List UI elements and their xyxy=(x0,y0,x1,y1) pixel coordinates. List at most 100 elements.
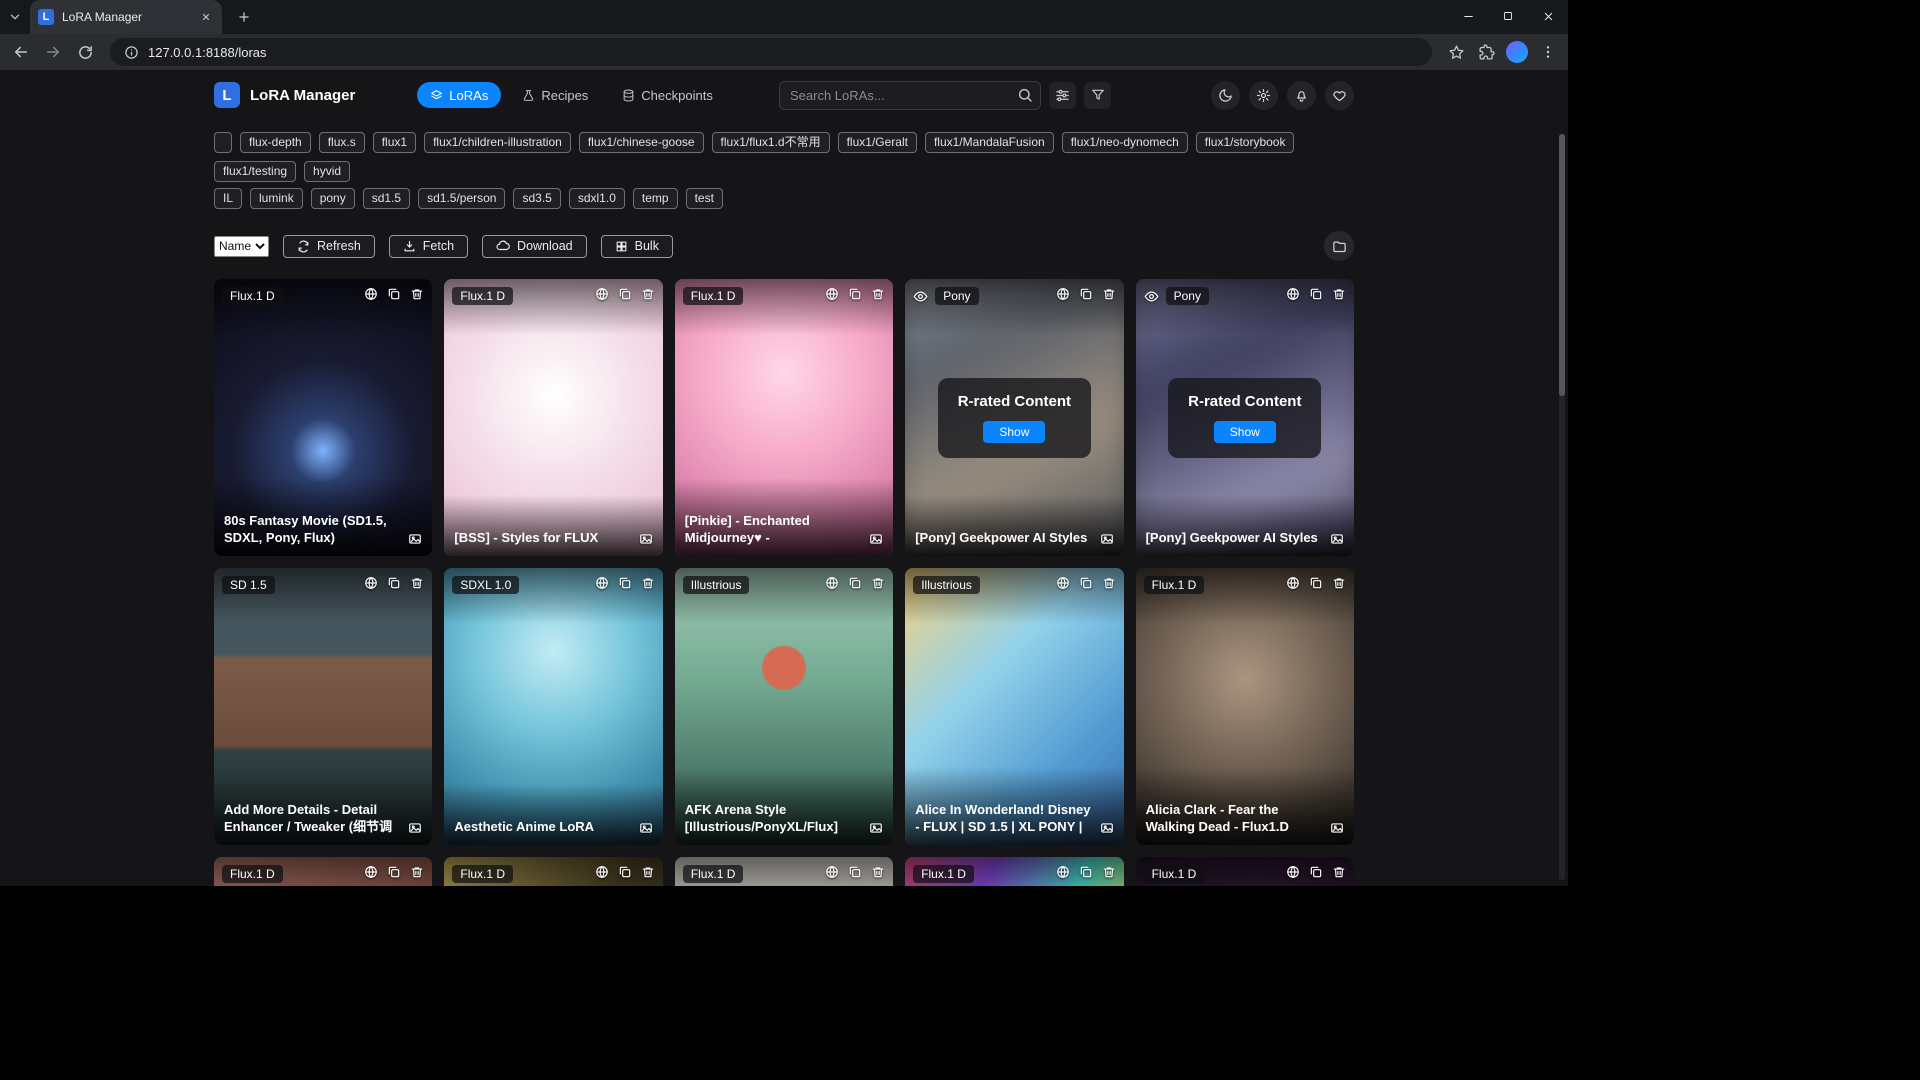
lora-card[interactable]: Flux.1 D xyxy=(675,857,893,886)
civitai-globe-icon[interactable] xyxy=(364,576,378,590)
example-images-icon[interactable] xyxy=(869,532,883,546)
bookmark-star-icon[interactable] xyxy=(1442,38,1470,66)
copy-icon[interactable] xyxy=(1079,865,1093,879)
lora-card[interactable]: Flux.1 D xyxy=(1136,568,1354,845)
example-images-icon[interactable] xyxy=(408,821,422,835)
minimize-button[interactable] xyxy=(1448,0,1488,32)
civitai-globe-icon[interactable] xyxy=(364,865,378,879)
delete-trash-icon[interactable] xyxy=(641,576,655,590)
notifications-button[interactable] xyxy=(1287,81,1316,110)
example-images-icon[interactable] xyxy=(1100,532,1114,546)
folder-chip[interactable]: test xyxy=(686,188,723,209)
folder-chip[interactable]: sdxl1.0 xyxy=(569,188,625,209)
delete-trash-icon[interactable] xyxy=(871,865,885,879)
copy-icon[interactable] xyxy=(618,865,632,879)
civitai-globe-icon[interactable] xyxy=(825,865,839,879)
fetch-button[interactable]: Fetch xyxy=(389,235,468,258)
folder-chip[interactable]: flux1/Geralt xyxy=(838,132,917,153)
delete-trash-icon[interactable] xyxy=(410,576,424,590)
maximize-button[interactable] xyxy=(1488,0,1528,32)
example-images-icon[interactable] xyxy=(1100,821,1114,835)
site-info-icon[interactable] xyxy=(122,43,140,61)
civitai-globe-icon[interactable] xyxy=(1056,576,1070,590)
delete-trash-icon[interactable] xyxy=(410,865,424,879)
folder-chip[interactable]: sd1.5/person xyxy=(418,188,505,209)
tab-close-icon[interactable] xyxy=(198,9,214,25)
copy-icon[interactable] xyxy=(387,287,401,301)
settings-button[interactable] xyxy=(1249,81,1278,110)
copy-icon[interactable] xyxy=(1309,865,1323,879)
example-images-icon[interactable] xyxy=(408,532,422,546)
lora-card[interactable]: Flux.1 D xyxy=(214,857,432,886)
forward-button[interactable] xyxy=(38,37,68,67)
folder-chip[interactable] xyxy=(214,132,232,153)
browser-tab[interactable]: L LoRA Manager xyxy=(30,0,222,34)
close-window-button[interactable] xyxy=(1528,0,1568,32)
civitai-globe-icon[interactable] xyxy=(364,287,378,301)
copy-icon[interactable] xyxy=(848,865,862,879)
example-images-icon[interactable] xyxy=(639,821,653,835)
folder-chip[interactable]: temp xyxy=(633,188,678,209)
delete-trash-icon[interactable] xyxy=(871,287,885,301)
folder-chip[interactable]: IL xyxy=(214,188,242,209)
delete-trash-icon[interactable] xyxy=(641,865,655,879)
tab-search-chevron-icon[interactable] xyxy=(0,0,30,34)
url-bar[interactable]: 127.0.0.1:8188/loras xyxy=(110,38,1432,66)
delete-trash-icon[interactable] xyxy=(1102,865,1116,879)
support-button[interactable] xyxy=(1325,81,1354,110)
folder-chip[interactable]: flux1/storybook xyxy=(1196,132,1295,153)
lora-card[interactable]: Pony xyxy=(1136,279,1354,556)
copy-icon[interactable] xyxy=(1079,576,1093,590)
civitai-globe-icon[interactable] xyxy=(1286,865,1300,879)
theme-toggle-button[interactable] xyxy=(1211,81,1240,110)
delete-trash-icon[interactable] xyxy=(1102,576,1116,590)
copy-icon[interactable] xyxy=(848,576,862,590)
folder-chip[interactable]: lumink xyxy=(250,188,303,209)
delete-trash-icon[interactable] xyxy=(1332,865,1346,879)
folder-chip[interactable]: flux1/testing xyxy=(214,161,296,182)
lora-card[interactable]: Flux.1 D xyxy=(444,279,662,556)
search-icon[interactable] xyxy=(1017,87,1033,103)
folder-chip[interactable]: flux1 xyxy=(373,132,416,153)
delete-trash-icon[interactable] xyxy=(871,576,885,590)
copy-icon[interactable] xyxy=(1309,576,1323,590)
lora-card[interactable]: SD 1.5 xyxy=(214,568,432,845)
example-images-icon[interactable] xyxy=(639,532,653,546)
example-images-icon[interactable] xyxy=(869,821,883,835)
folder-chip[interactable]: flux-depth xyxy=(240,132,311,153)
delete-trash-icon[interactable] xyxy=(410,287,424,301)
browser-menu-icon[interactable] xyxy=(1534,38,1562,66)
show-nsfw-button[interactable]: Show xyxy=(983,421,1045,443)
civitai-globe-icon[interactable] xyxy=(595,287,609,301)
tab-checkpoints[interactable]: Checkpoints xyxy=(609,82,726,108)
civitai-globe-icon[interactable] xyxy=(595,865,609,879)
show-nsfw-button[interactable]: Show xyxy=(1214,421,1276,443)
sort-select[interactable]: Name xyxy=(214,236,269,257)
tab-loras[interactable]: LoRAs xyxy=(417,82,501,108)
civitai-globe-icon[interactable] xyxy=(1056,865,1070,879)
delete-trash-icon[interactable] xyxy=(641,287,655,301)
lora-card[interactable]: Flux.1 D xyxy=(905,857,1123,886)
reload-button[interactable] xyxy=(70,37,100,67)
new-tab-button[interactable] xyxy=(230,3,258,31)
folder-chip[interactable]: flux1/chinese-goose xyxy=(579,132,704,153)
filter-button[interactable] xyxy=(1084,82,1111,109)
example-images-icon[interactable] xyxy=(1330,532,1344,546)
copy-icon[interactable] xyxy=(618,287,632,301)
tab-recipes[interactable]: Recipes xyxy=(509,82,601,108)
example-images-icon[interactable] xyxy=(1330,821,1344,835)
delete-trash-icon[interactable] xyxy=(1332,576,1346,590)
search-input[interactable] xyxy=(779,81,1041,110)
copy-icon[interactable] xyxy=(387,576,401,590)
civitai-globe-icon[interactable] xyxy=(1286,576,1300,590)
copy-icon[interactable] xyxy=(387,865,401,879)
copy-icon[interactable] xyxy=(848,287,862,301)
civitai-globe-icon[interactable] xyxy=(595,576,609,590)
copy-icon[interactable] xyxy=(618,576,632,590)
lora-card[interactable]: Illustrious xyxy=(905,568,1123,845)
lora-card[interactable]: Flux.1 D xyxy=(1136,857,1354,886)
lora-card[interactable]: Flux.1 D xyxy=(214,279,432,556)
collapse-folders-button[interactable] xyxy=(1324,231,1354,261)
folder-chip[interactable]: flux1/neo-dynomech xyxy=(1062,132,1188,153)
folder-chip[interactable]: flux.s xyxy=(319,132,365,153)
